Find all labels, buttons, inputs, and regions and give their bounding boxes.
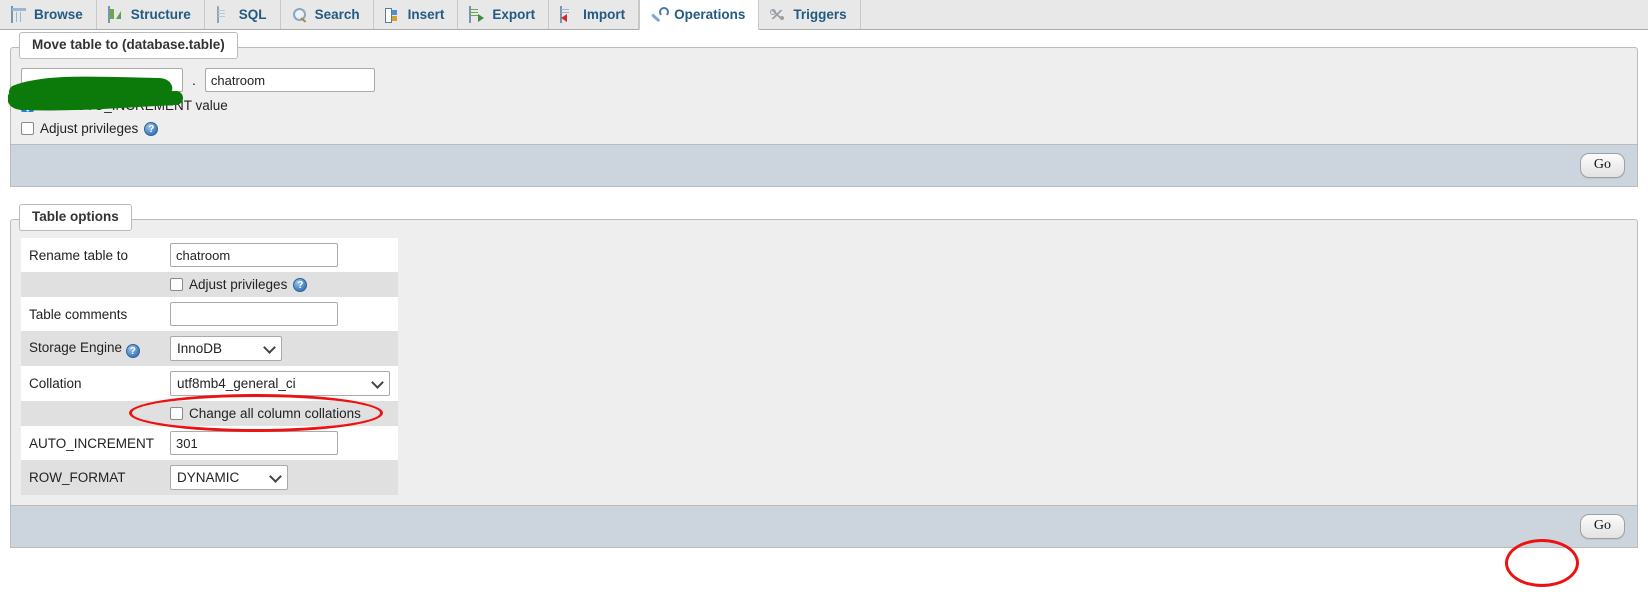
options-adjust-privileges-label: Adjust privileges bbox=[189, 277, 288, 292]
move-adjust-privileges-label: Adjust privileges bbox=[40, 121, 139, 136]
move-table-panel: Move table to (database.table) . Add AUT… bbox=[10, 32, 1638, 187]
table-row: Collation utf8mb4_general_ci bbox=[21, 366, 399, 401]
tab-operations-label: Operations bbox=[674, 7, 746, 22]
change-all-collations-cell: Change all column collations bbox=[162, 401, 399, 426]
insert-icon bbox=[384, 7, 401, 23]
tab-browse-label: Browse bbox=[34, 7, 83, 22]
tab-triggers[interactable]: Triggers bbox=[759, 0, 861, 29]
add-auto-increment-label: Add AUTO_INCREMENT value bbox=[40, 98, 228, 113]
structure-icon bbox=[107, 5, 124, 23]
tab-sql[interactable]: SQL bbox=[204, 0, 281, 29]
change-all-column-collations-label: Change all column collations bbox=[189, 406, 361, 421]
storage-engine-label: Storage Engine ? bbox=[21, 331, 163, 366]
tab-import-label: Import bbox=[583, 7, 626, 22]
options-adjust-privileges-checkbox[interactable] bbox=[170, 278, 184, 291]
tab-insert[interactable]: Insert bbox=[373, 0, 459, 29]
table-comments-cell bbox=[162, 297, 399, 331]
move-adjust-privileges-checkbox[interactable] bbox=[21, 122, 34, 135]
table-options-footer: Go bbox=[11, 505, 1637, 547]
tab-structure[interactable]: Structure bbox=[96, 0, 205, 29]
table-comments-input[interactable] bbox=[170, 302, 339, 326]
change-all-column-collations-checkbox[interactable] bbox=[170, 407, 184, 420]
tab-triggers-label: Triggers bbox=[793, 7, 847, 22]
import-icon bbox=[560, 5, 576, 23]
table-row: AUTO_INCREMENT bbox=[21, 426, 399, 460]
move-table-footer: Go bbox=[11, 144, 1637, 186]
tab-search-label: Search bbox=[314, 7, 360, 22]
empty-label-cell bbox=[21, 401, 163, 426]
row-format-label: ROW_FORMAT bbox=[21, 460, 163, 495]
adjust-privileges-cell: Adjust privileges ? bbox=[162, 272, 399, 297]
table-options-panel: Table options Rename table to chatroom A… bbox=[10, 204, 1638, 548]
table-row: ROW_FORMAT DYNAMIC bbox=[21, 460, 399, 495]
search-magnifier-icon bbox=[292, 7, 308, 23]
table-options-body: Rename table to Adjust privileges ? bbox=[11, 220, 1637, 505]
move-table-go-button[interactable]: Go bbox=[1579, 153, 1625, 178]
table-row: Adjust privileges ? bbox=[21, 272, 399, 297]
sql-page-icon bbox=[216, 5, 232, 23]
help-icon[interactable]: ? bbox=[293, 277, 308, 292]
add-auto-increment-row: Add AUTO_INCREMENT value bbox=[17, 92, 1631, 113]
tab-browse[interactable]: Browse bbox=[0, 0, 97, 29]
collation-select[interactable]: utf8mb4_general_ci bbox=[170, 371, 391, 396]
move-target-table-input[interactable] bbox=[204, 68, 375, 92]
table-comments-label: Table comments bbox=[21, 297, 163, 331]
storage-engine-select[interactable]: InnoDB bbox=[170, 336, 283, 361]
export-icon bbox=[469, 5, 485, 23]
operations-wrench-icon bbox=[651, 6, 670, 23]
table-row: Change all column collations bbox=[21, 401, 399, 426]
help-icon[interactable]: ? bbox=[144, 121, 159, 136]
storage-engine-cell: InnoDB bbox=[162, 331, 399, 366]
table-row: Table comments bbox=[21, 297, 399, 331]
tab-import[interactable]: Import bbox=[549, 0, 640, 29]
tab-structure-label: Structure bbox=[130, 7, 191, 22]
row-format-cell: DYNAMIC bbox=[162, 460, 399, 495]
table-row: Storage Engine ? InnoDB bbox=[21, 331, 399, 366]
rename-table-label: Rename table to bbox=[21, 238, 163, 272]
table-options-table: Rename table to Adjust privileges ? bbox=[21, 238, 399, 495]
db-table-separator: . bbox=[192, 72, 196, 88]
tab-insert-label: Insert bbox=[407, 7, 445, 22]
tab-search[interactable]: Search bbox=[280, 0, 374, 29]
rename-table-cell bbox=[162, 238, 399, 272]
add-auto-increment-checkbox[interactable] bbox=[21, 99, 34, 112]
help-icon[interactable]: ? bbox=[125, 343, 140, 358]
tab-operations[interactable]: Operations bbox=[639, 0, 760, 30]
tab-export[interactable]: Export bbox=[458, 0, 550, 29]
tab-sql-label: SQL bbox=[238, 7, 267, 22]
move-table-body: . Add AUTO_INCREMENT value Adjust privil… bbox=[11, 48, 1637, 144]
auto-increment-cell bbox=[162, 426, 399, 460]
move-adjust-privileges-row: Adjust privileges ? bbox=[17, 113, 1631, 138]
move-table-legend: Move table to (database.table) bbox=[19, 32, 238, 59]
auto-increment-input[interactable] bbox=[170, 431, 339, 455]
move-table-inputs-row: . bbox=[17, 62, 1631, 92]
table-options-legend: Table options bbox=[19, 204, 132, 231]
empty-label-cell bbox=[21, 272, 163, 297]
row-format-select[interactable]: DYNAMIC bbox=[170, 465, 289, 490]
phpmyadmin-operations-page: Browse Structure SQL Search Insert Expor… bbox=[0, 0, 1648, 615]
triggers-icon bbox=[770, 7, 786, 23]
table-options-go-button[interactable]: Go bbox=[1579, 514, 1625, 539]
auto-increment-label: AUTO_INCREMENT bbox=[21, 426, 163, 460]
browse-grid-icon bbox=[11, 5, 27, 23]
rename-table-input[interactable] bbox=[170, 243, 339, 267]
table-tab-bar: Browse Structure SQL Search Insert Expor… bbox=[0, 0, 1648, 30]
table-row: Rename table to bbox=[21, 238, 399, 272]
move-target-database-input[interactable] bbox=[21, 68, 183, 92]
collation-label: Collation bbox=[21, 366, 163, 401]
tab-bar-filler bbox=[860, 0, 1648, 29]
tab-export-label: Export bbox=[492, 7, 536, 22]
collation-cell: utf8mb4_general_ci bbox=[162, 366, 399, 401]
